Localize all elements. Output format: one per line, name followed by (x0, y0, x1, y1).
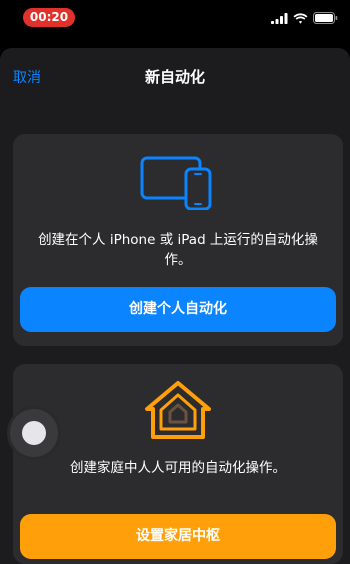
new-automation-sheet: 取消 新自动化 创建在个人 iPhone 或 iPad 上运行的自动化操作。 创… (0, 48, 350, 564)
iphone-ipad-icon (140, 156, 212, 210)
assistive-touch-icon (22, 421, 46, 445)
page-title: 新自动化 (144, 68, 205, 86)
personal-automation-description: 创建在个人 iPhone 或 iPad 上运行的自动化操作。 (38, 232, 318, 268)
status-time[interactable]: 00:20 (23, 8, 75, 27)
home-icon (145, 381, 211, 439)
home-automation-description: 创建家庭中人人可用的自动化操作。 (70, 460, 286, 476)
set-up-home-hub-button[interactable]: 设置家居中枢 (20, 514, 336, 559)
create-personal-automation-button[interactable]: 创建个人自动化 (20, 287, 336, 332)
signal-bars-icon (271, 12, 288, 24)
home-automation-card: 创建家庭中人人可用的自动化操作。 设置家居中枢 (13, 364, 343, 564)
assistive-touch-button[interactable] (10, 409, 58, 457)
status-bar: 00:20 (0, 0, 350, 40)
status-icons (271, 11, 338, 25)
wifi-icon (293, 12, 308, 24)
personal-automation-card: 创建在个人 iPhone 或 iPad 上运行的自动化操作。 创建个人自动化 (13, 134, 343, 346)
battery-icon (313, 12, 338, 24)
